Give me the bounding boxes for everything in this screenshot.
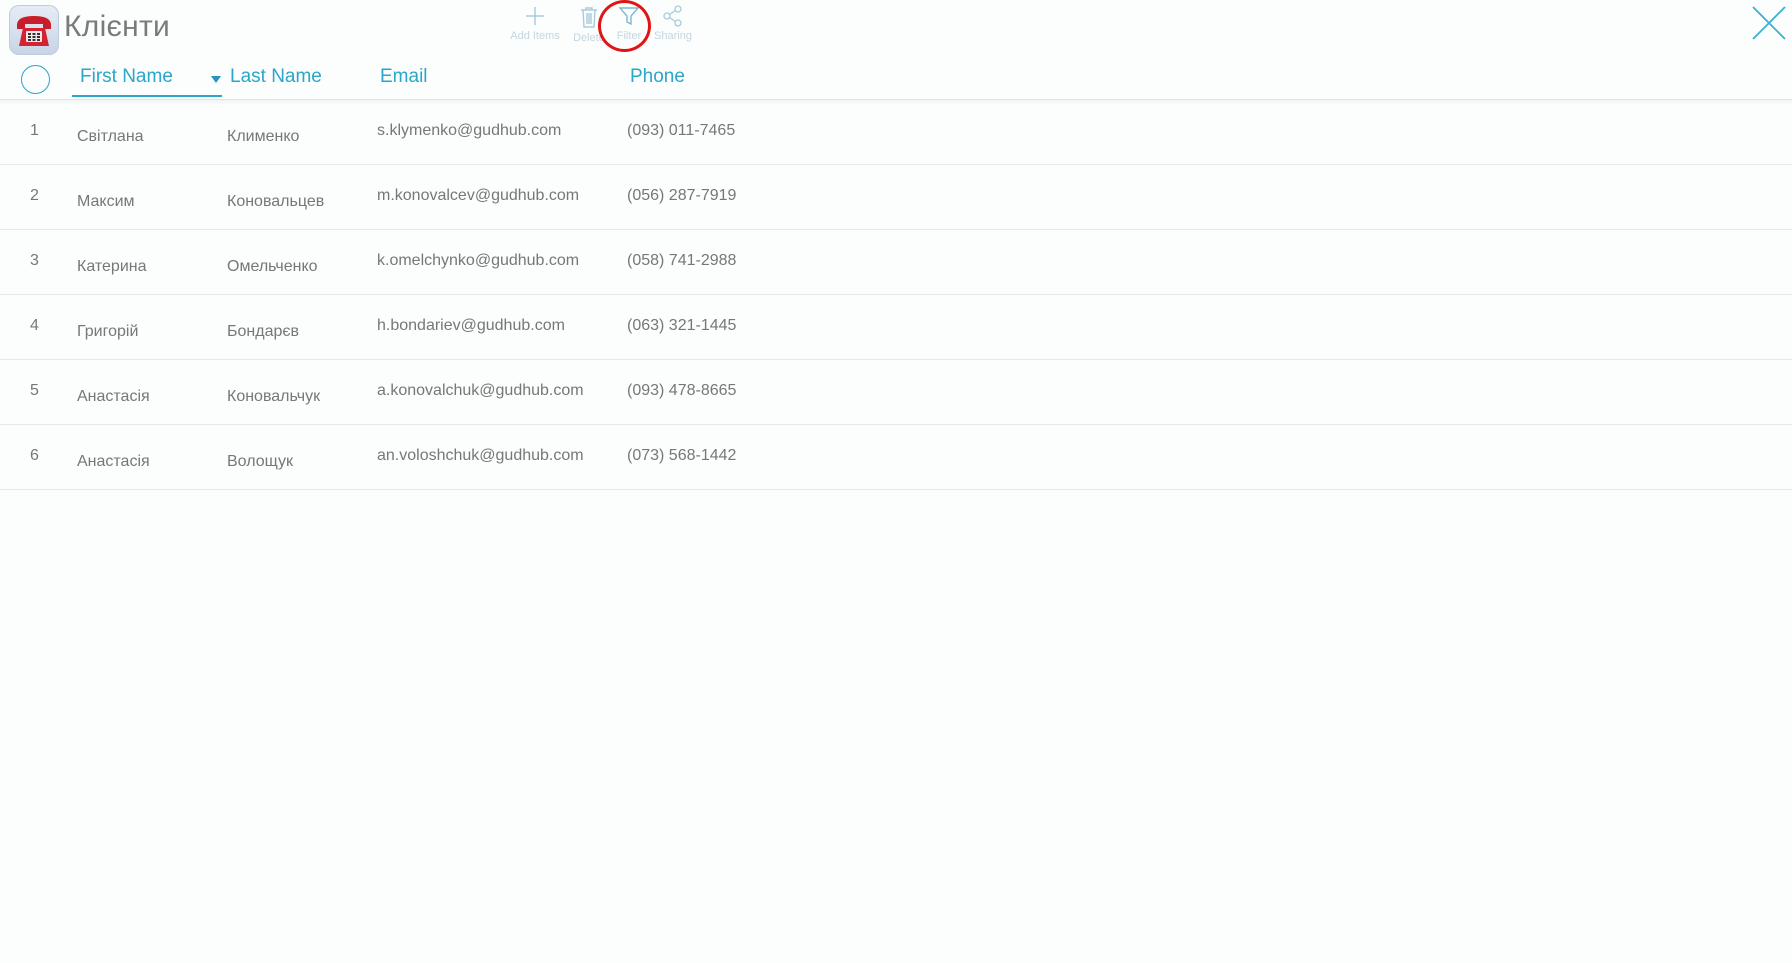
cell-email: s.klymenko@gudhub.com: [377, 122, 562, 139]
close-button[interactable]: [1750, 4, 1788, 42]
sort-arrow-icon[interactable]: [211, 76, 221, 83]
cell-first-name: Анастасія: [77, 453, 150, 470]
filter-icon: [618, 7, 640, 26]
table-row[interactable]: 3 Катерина Омельченко k.omelchynko@gudhu…: [0, 230, 1792, 295]
sharing-button[interactable]: Sharing: [638, 2, 708, 48]
clients-page: Клієнти Add Items Delete Filter Sharing …: [0, 0, 1792, 963]
cell-last-name: Клименко: [227, 128, 300, 145]
page-title: Клієнти: [64, 10, 171, 43]
cell-email: k.omelchynko@gudhub.com: [377, 252, 580, 269]
row-number: 3: [30, 252, 39, 269]
telephone-icon: [9, 5, 59, 55]
cell-last-name: Коновальцев: [227, 193, 325, 210]
cell-email: m.konovalcev@gudhub.com: [377, 187, 580, 204]
cell-first-name: Анастасія: [77, 388, 150, 405]
cell-email: an.voloshchuk@gudhub.com: [377, 447, 584, 464]
column-header-first-name[interactable]: First Name: [80, 66, 173, 88]
clients-table: 1 Світлана Клименко s.klymenko@gudhub.co…: [0, 100, 1792, 490]
plus-icon: [526, 7, 544, 25]
cell-first-name: Максим: [77, 193, 135, 210]
row-number: 2: [30, 187, 39, 204]
cell-email: a.konovalchuk@gudhub.com: [377, 382, 584, 399]
table-row[interactable]: 2 Максим Коновальцев m.konovalcev@gudhub…: [0, 165, 1792, 230]
column-header-last-name[interactable]: Last Name: [230, 66, 322, 88]
table-row[interactable]: 1 Світлана Клименко s.klymenko@gudhub.co…: [0, 100, 1792, 165]
cell-last-name: Омельченко: [227, 258, 318, 275]
cell-phone: (073) 568-1442: [627, 447, 737, 464]
sharing-label: Sharing: [654, 30, 692, 42]
close-icon: [1752, 6, 1786, 40]
row-number: 6: [30, 447, 39, 464]
cell-phone: (056) 287-7919: [627, 187, 737, 204]
cell-last-name: Бондарєв: [227, 323, 300, 340]
cell-last-name: Коновальчук: [227, 388, 321, 405]
cell-phone: (063) 321-1445: [627, 317, 737, 334]
cell-phone: (058) 741-2988: [627, 252, 737, 269]
app-header: Клієнти Add Items Delete Filter Sharing …: [0, 0, 1792, 100]
table-row[interactable]: 6 Анастасія Волощук an.voloshchuk@gudhub…: [0, 425, 1792, 490]
select-all-checkbox[interactable]: [21, 65, 50, 94]
row-number: 5: [30, 382, 39, 399]
cell-first-name: Катерина: [77, 258, 147, 275]
cell-phone: (093) 011-7465: [627, 122, 736, 139]
cell-phone: (093) 478-8665: [627, 382, 737, 399]
cell-email: h.bondariev@gudhub.com: [377, 317, 565, 334]
table-row[interactable]: 5 Анастасія Коновальчук a.konovalchuk@gu…: [0, 360, 1792, 425]
row-number: 1: [30, 122, 39, 139]
table-row[interactable]: 4 Григорій Бондарєв h.bondariev@gudhub.c…: [0, 295, 1792, 360]
active-sort-underline: [72, 95, 222, 97]
row-number: 4: [30, 317, 39, 334]
cell-first-name: Світлана: [77, 128, 144, 145]
cell-first-name: Григорій: [77, 323, 139, 340]
column-header-email[interactable]: Email: [380, 66, 428, 88]
cell-last-name: Волощук: [227, 453, 293, 470]
column-header-phone[interactable]: Phone: [630, 66, 685, 88]
share-icon: [663, 5, 682, 27]
